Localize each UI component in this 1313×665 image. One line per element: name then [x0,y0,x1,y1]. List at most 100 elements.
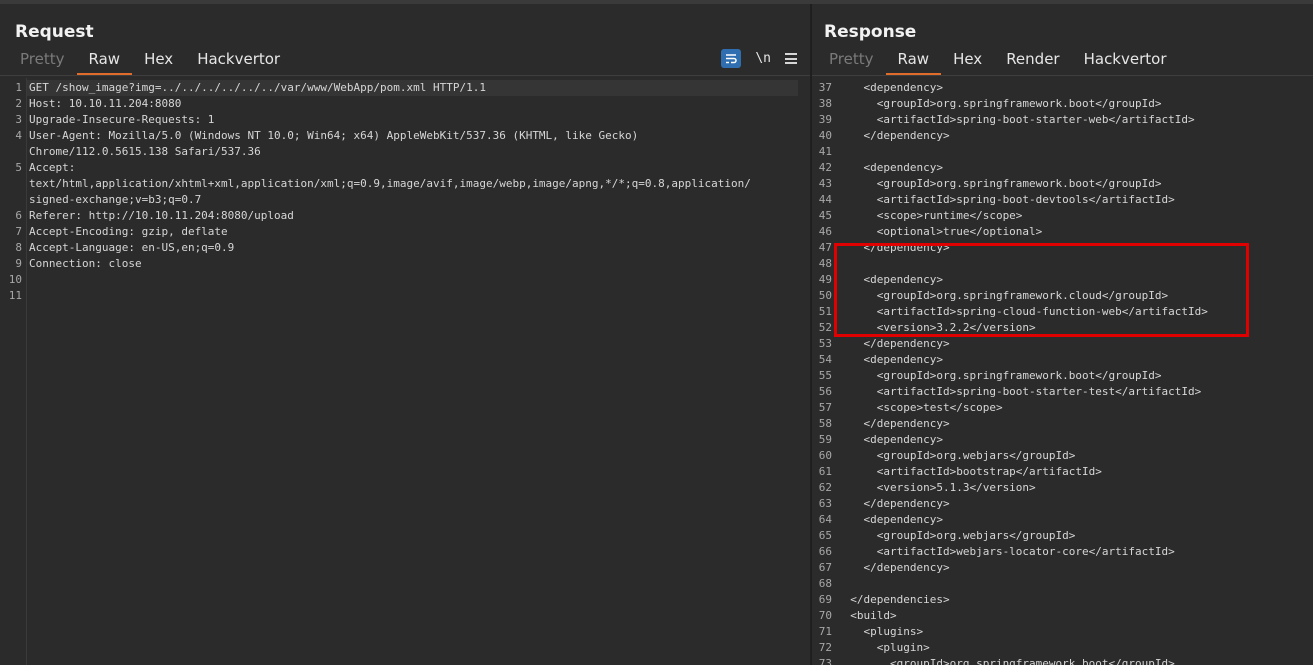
hamburger-menu-icon[interactable] [785,53,797,64]
tab-raw[interactable]: Raw [885,48,942,75]
show-newlines-button[interactable]: \n [755,51,771,66]
line-number: 43 [818,177,832,190]
line-number: 38 [818,97,832,110]
line-number: 4 [15,129,22,142]
tab-hex[interactable]: Hex [132,48,185,75]
code-text: </dependency> [837,417,950,430]
code-text: Accept-Encoding: gzip, deflate [29,225,228,238]
line-number: 57 [818,401,832,414]
line-number: 64 [818,513,832,526]
line-number: 41 [818,145,832,158]
code-text: <artifactId>bootstrap</artifactId> [837,465,1102,478]
code-text: <groupId>org.webjars</groupId> [837,529,1076,542]
code-text: Referer: http://10.10.11.204:8080/upload [29,209,294,222]
line-number: 49 [818,273,832,286]
line-number: 10 [8,273,22,286]
response-editor[interactable]: 37 <dependency> 38 <groupId>org.springfra… [812,78,1313,665]
code-text: Accept-Language: en-US,en;q=0.9 [29,241,235,254]
code-text: text/html,application/xhtml+xml,applicat… [29,177,751,190]
code-text: <artifactId>spring-boot-devtools</artifa… [837,193,1175,206]
code-text: <artifactId>spring-boot-starter-test</ar… [837,385,1202,398]
code-text: <groupId>org.webjars</groupId> [837,449,1076,462]
line-number: 39 [818,113,832,126]
line-number: 73 [818,657,832,665]
code-text: </dependencies> [837,593,950,606]
line-number: 11 [8,289,22,302]
code-text: <plugins> [837,625,924,638]
tab-raw[interactable]: Raw [76,48,133,75]
line-number: 8 [15,241,22,254]
tab-render[interactable]: Render [994,48,1071,75]
code-text: <dependency> [837,513,943,526]
code-text: <plugin> [837,641,930,654]
line-number: 54 [818,353,832,366]
tab-hex[interactable]: Hex [941,48,994,75]
line-number: 60 [818,449,832,462]
request-editor[interactable]: 1 GET /show_image?img=../../../../../../v… [0,78,811,665]
line-number: 65 [818,529,832,542]
line-number: 7 [15,225,22,238]
code-text: <scope>runtime</scope> [837,209,1023,222]
code-text: Host: 10.10.11.204:8080 [29,97,182,110]
response-panel: Response Pretty Raw Hex Render Hackverto… [812,4,1313,665]
line-number: 9 [15,257,22,270]
line-number: 72 [818,641,832,654]
line-number: 50 [818,289,832,302]
code-text: <dependency> [837,353,943,366]
line-number: 40 [818,129,832,142]
code-text: <groupId>org.springframework.boot</group… [837,657,1175,665]
code-text: </dependency> [837,497,950,510]
line-number: 53 [818,337,832,350]
line-number: 48 [818,257,832,270]
line-number: 66 [818,545,832,558]
code-text: <groupId>org.springframework.boot</group… [837,97,1162,110]
line-number: 47 [818,241,832,254]
response-title: Response [824,22,917,42]
line-number: 61 [818,465,832,478]
line-number: 63 [818,497,832,510]
code-text: Accept: [29,161,76,174]
line-number: 1 [15,81,22,94]
code-text: <artifactId>spring-boot-starter-web</art… [837,113,1195,126]
code-text: <artifactId>webjars-locator-core</artifa… [837,545,1175,558]
code-text: <optional>true</optional> [837,225,1043,238]
tab-hackvertor[interactable]: Hackvertor [185,48,292,75]
request-tabs: Pretty Raw Hex Hackvertor [8,48,292,76]
code-text: </dependency> [837,337,950,350]
line-number: 71 [818,625,832,638]
line-number: 55 [818,369,832,382]
line-number: 37 [818,81,832,94]
tab-divider [812,75,1313,76]
code-text: <version>5.1.3</version> [837,481,1036,494]
line-number: 42 [818,161,832,174]
request-toolbar: \n [721,49,797,68]
request-panel: Request Pretty Raw Hex Hackvertor \n 1 GE… [0,4,811,665]
line-number: 58 [818,417,832,430]
code-text: <dependency> [837,81,943,94]
code-text: signed-exchange;v=b3;q=0.7 [29,193,202,206]
line-number: 6 [15,209,22,222]
tab-pretty[interactable]: Pretty [8,48,77,75]
code-text: <groupId>org.springframework.boot</group… [837,369,1162,382]
response-tabs: Pretty Raw Hex Render Hackvertor [817,48,1179,76]
line-number: 46 [818,225,832,238]
tab-hackvertor[interactable]: Hackvertor [1072,48,1179,75]
request-title: Request [15,22,94,42]
code-text: <groupId>org.springframework.boot</group… [837,177,1162,190]
line-number: 59 [818,433,832,446]
wrap-lines-icon[interactable] [721,49,742,68]
line-number: 52 [818,321,832,334]
line-number: 67 [818,561,832,574]
code-text: <scope>test</scope> [837,401,1003,414]
line-number: 44 [818,193,832,206]
code-text: <dependency> [837,433,943,446]
code-text: User-Agent: Mozilla/5.0 (Windows NT 10.0… [29,129,639,142]
annotation-highlight-box [834,243,1249,337]
line-number: 69 [818,593,832,606]
line-number: 3 [15,113,22,126]
line-number: 68 [818,577,832,590]
code-text: GET /show_image?img=../../../../../../va… [29,81,486,94]
line-number: 2 [15,97,22,110]
line-number: 5 [15,161,22,174]
tab-pretty[interactable]: Pretty [817,48,886,75]
